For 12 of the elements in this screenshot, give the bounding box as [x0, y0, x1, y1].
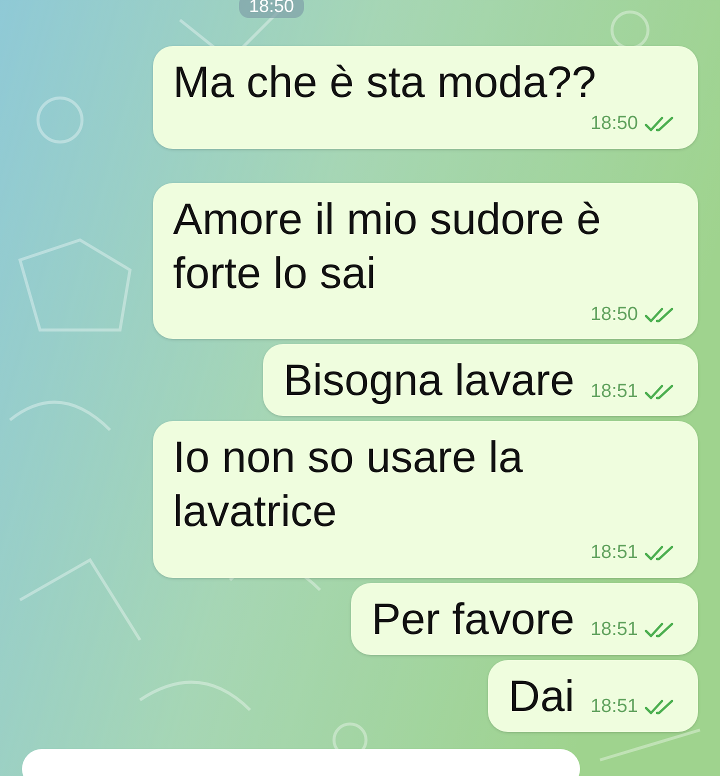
- message-text: Ma che è sta moda??: [173, 57, 596, 109]
- message-text: Io non so usare la lavatrice: [173, 432, 524, 538]
- message-time: 18:51: [590, 695, 638, 719]
- message-text: Dai: [508, 670, 574, 722]
- message-text: Per favore: [371, 594, 574, 646]
- message-time: 18:50: [590, 302, 638, 326]
- message-time: 18:51: [590, 380, 638, 404]
- message-time: 18:51: [590, 541, 638, 565]
- message-text: Amore il mio sudore è forte lo sai: [173, 194, 602, 300]
- message-text: Bisogna lavare: [283, 355, 574, 407]
- message-time: 18:50: [590, 112, 638, 136]
- message-time: 18:51: [590, 618, 638, 642]
